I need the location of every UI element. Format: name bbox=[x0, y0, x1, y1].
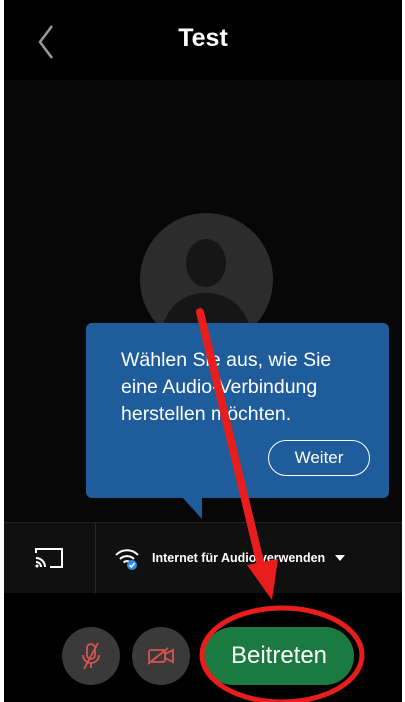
meeting-screen: Test Wählen Sie aus, wie Sie eine Audio-… bbox=[4, 0, 402, 702]
audio-bar: Internet für Audio verwenden bbox=[4, 522, 402, 594]
divider bbox=[95, 523, 96, 593]
wifi-icon bbox=[115, 549, 139, 570]
microphone-muted-icon bbox=[82, 642, 100, 670]
audio-option-select[interactable]: Internet für Audio verwenden bbox=[114, 523, 394, 593]
audio-option-label: Internet für Audio verwenden bbox=[152, 551, 326, 565]
weiter-button[interactable]: Weiter bbox=[268, 440, 370, 476]
cast-icon bbox=[35, 548, 63, 568]
caret-down-icon bbox=[335, 555, 346, 561]
video-button[interactable] bbox=[132, 627, 190, 685]
header: Test bbox=[4, 0, 402, 80]
bottom-controls: Beitreten bbox=[4, 593, 402, 702]
cast-button[interactable] bbox=[4, 523, 94, 593]
video-off-icon bbox=[147, 647, 174, 665]
tooltip-text: Wählen Sie aus, wie Sie eine Audio-Verbi… bbox=[121, 347, 371, 428]
tooltip-line: Wählen Sie aus, wie Sie bbox=[121, 349, 332, 371]
tooltip-pointer bbox=[182, 497, 202, 519]
tooltip-line: eine Audio-Verbindung bbox=[121, 376, 318, 398]
tooltip-line: herstellen möchten. bbox=[121, 403, 292, 425]
page-title: Test bbox=[178, 24, 228, 52]
audio-hint-tooltip: Wählen Sie aus, wie Sie eine Audio-Verbi… bbox=[86, 323, 389, 498]
join-button[interactable]: Beitreten bbox=[204, 627, 354, 685]
mute-button[interactable] bbox=[62, 627, 120, 685]
